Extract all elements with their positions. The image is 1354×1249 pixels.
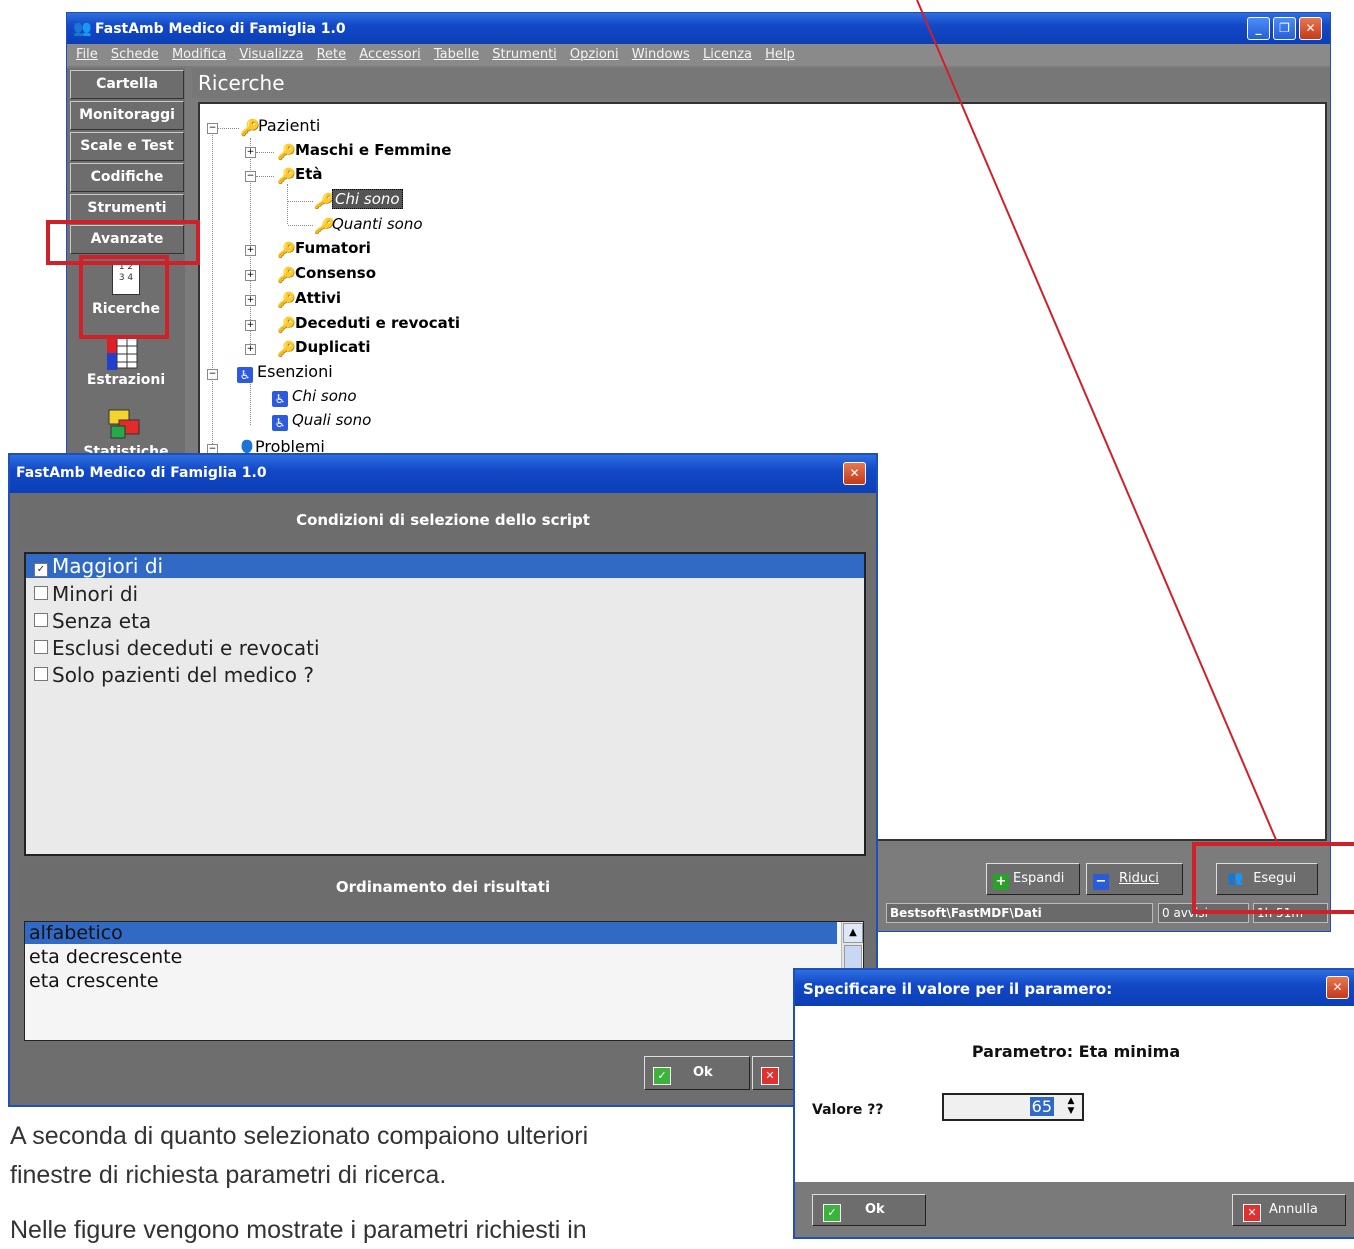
param-titlebar[interactable]: Specificare il valore per il paramero: ✕ bbox=[795, 970, 1354, 1006]
value-field[interactable]: 65 bbox=[1029, 1097, 1054, 1116]
stepper-arrows-icon[interactable]: ▲ ▼ bbox=[1062, 1096, 1080, 1116]
param-body: Parametro: Eta minima Valore ?? 65 ▲ ▼ bbox=[795, 1006, 1354, 1182]
condition-item[interactable]: Solo pazienti del medico ? bbox=[34, 663, 314, 687]
param-cancel-button[interactable]: ✕ Annulla bbox=[1232, 1194, 1346, 1226]
scroll-up-icon[interactable]: ▲ bbox=[843, 923, 863, 943]
param-ok-button[interactable]: ✓ Ok bbox=[812, 1194, 926, 1226]
checkbox-icon[interactable] bbox=[34, 613, 48, 627]
condition-item[interactable]: Senza eta bbox=[34, 609, 151, 633]
checkbox-icon[interactable]: ✓ bbox=[34, 563, 48, 577]
conditions-list[interactable]: ✓ Maggiori di Minori di Senza eta Esclusi… bbox=[24, 552, 866, 856]
order-list[interactable]: alfabetico eta decrescente eta crescente… bbox=[24, 921, 864, 1041]
close-icon[interactable]: ✕ bbox=[843, 462, 866, 485]
dialog-title: FastAmb Medico di Famiglia 1.0 bbox=[16, 465, 267, 481]
conditions-header: Condizioni di selezione dello script bbox=[20, 493, 866, 547]
value-label: Valore ?? bbox=[812, 1102, 884, 1118]
value-stepper[interactable]: 65 ▲ ▼ bbox=[942, 1093, 1084, 1121]
param-footer: ✓ Ok ✕ Annulla bbox=[795, 1182, 1354, 1237]
caption-line-3: Nelle figure vengono mostrate i parametr… bbox=[10, 1216, 587, 1244]
order-item[interactable]: eta decrescente bbox=[29, 946, 182, 968]
caption-line-1: A seconda di quanto selezionato compaion… bbox=[10, 1122, 589, 1150]
order-item[interactable]: eta crescente bbox=[29, 970, 159, 992]
x-icon: ✕ bbox=[1243, 1204, 1261, 1222]
condition-item[interactable]: ✓ Maggiori di bbox=[26, 554, 864, 578]
checkbox-icon[interactable] bbox=[34, 667, 48, 681]
check-icon: ✓ bbox=[823, 1204, 841, 1222]
dialog-titlebar[interactable]: FastAmb Medico di Famiglia 1.0 ✕ bbox=[10, 455, 876, 493]
ok-button[interactable]: ✓ Ok bbox=[644, 1056, 750, 1090]
x-icon: ✕ bbox=[761, 1067, 779, 1085]
condition-item[interactable]: Minori di bbox=[34, 582, 138, 606]
caption-line-2: finestre di richiesta parametri di ricer… bbox=[10, 1161, 447, 1189]
checkbox-icon[interactable] bbox=[34, 586, 48, 600]
order-item[interactable]: alfabetico bbox=[25, 922, 837, 944]
close-icon[interactable]: ✕ bbox=[1326, 976, 1349, 999]
script-dialog: FastAmb Medico di Famiglia 1.0 ✕ Condizi… bbox=[8, 453, 878, 1107]
param-title: Specificare il valore per il paramero: bbox=[803, 980, 1113, 998]
condition-item[interactable]: Esclusi deceduti e revocati bbox=[34, 636, 320, 660]
param-label: Parametro: Eta minima bbox=[971, 1042, 1181, 1061]
check-icon: ✓ bbox=[653, 1067, 671, 1085]
checkbox-icon[interactable] bbox=[34, 640, 48, 654]
order-header: Ordinamento dei risultati bbox=[20, 862, 866, 912]
param-dialog: Specificare il valore per il paramero: ✕… bbox=[793, 968, 1354, 1239]
